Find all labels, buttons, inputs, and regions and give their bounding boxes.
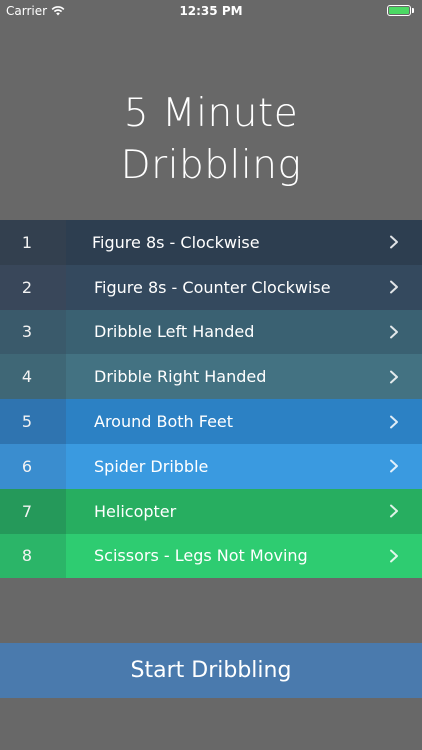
chevron-right-icon [390, 325, 398, 339]
chevron-right-icon [390, 370, 398, 384]
drill-name: Helicopter [94, 501, 177, 521]
drill-name: Spider Dribble [94, 456, 209, 476]
start-button-label: Start Dribbling [130, 658, 292, 683]
title-line-1: 5 Minute [123, 91, 299, 136]
drill-name: Around Both Feet [94, 412, 234, 432]
drill-number: 5 [0, 399, 66, 444]
drill-name: Figure 8s - Counter Clockwise [94, 277, 331, 297]
drill-row[interactable]: 6 Spider Dribble [0, 443, 422, 489]
drill-name: Figure 8s - Clockwise [92, 232, 260, 252]
battery-icon [387, 5, 414, 16]
drill-row[interactable]: 7 Helicopter [0, 488, 422, 534]
start-dribbling-button[interactable]: Start Dribbling [0, 643, 422, 698]
drill-number: 1 [0, 220, 66, 265]
status-time: 12:35 PM [179, 4, 243, 18]
drill-number: 7 [0, 488, 66, 534]
drill-number: 6 [0, 443, 66, 489]
status-bar: Carrier 12:35 PM [0, 0, 422, 22]
chevron-right-icon [390, 504, 398, 518]
drill-number: 4 [0, 354, 66, 400]
drill-name: Dribble Right Handed [94, 367, 267, 387]
drill-number: 2 [0, 264, 66, 310]
drill-row[interactable]: 1 Figure 8s - Clockwise [0, 220, 422, 265]
chevron-right-icon [390, 459, 398, 473]
page-title: 5 Minute Dribbling [0, 88, 422, 192]
chevron-right-icon [390, 415, 398, 429]
battery-fill [389, 7, 409, 14]
drill-row[interactable]: 8 Scissors - Legs Not Moving [0, 533, 422, 579]
drill-number: 8 [0, 533, 66, 579]
drill-name: Scissors - Legs Not Moving [94, 546, 308, 566]
title-line-2: Dribbling [120, 143, 302, 188]
drill-list: 1 Figure 8s - Clockwise 2 Figure 8s - Count… [0, 220, 422, 579]
chevron-right-icon [390, 549, 398, 563]
drill-row[interactable]: 2 Figure 8s - Counter Clockwise [0, 264, 422, 310]
drill-name: Dribble Left Handed [94, 322, 255, 342]
battery-body [387, 5, 411, 16]
drill-row[interactable]: 5 Around Both Feet [0, 399, 422, 444]
chevron-right-icon [390, 280, 398, 294]
drill-row[interactable]: 4 Dribble Right Handed [0, 354, 422, 400]
chevron-right-icon [390, 235, 398, 249]
battery-tip [412, 8, 414, 13]
drill-row[interactable]: 3 Dribble Left Handed [0, 309, 422, 355]
drill-number: 3 [0, 309, 66, 355]
